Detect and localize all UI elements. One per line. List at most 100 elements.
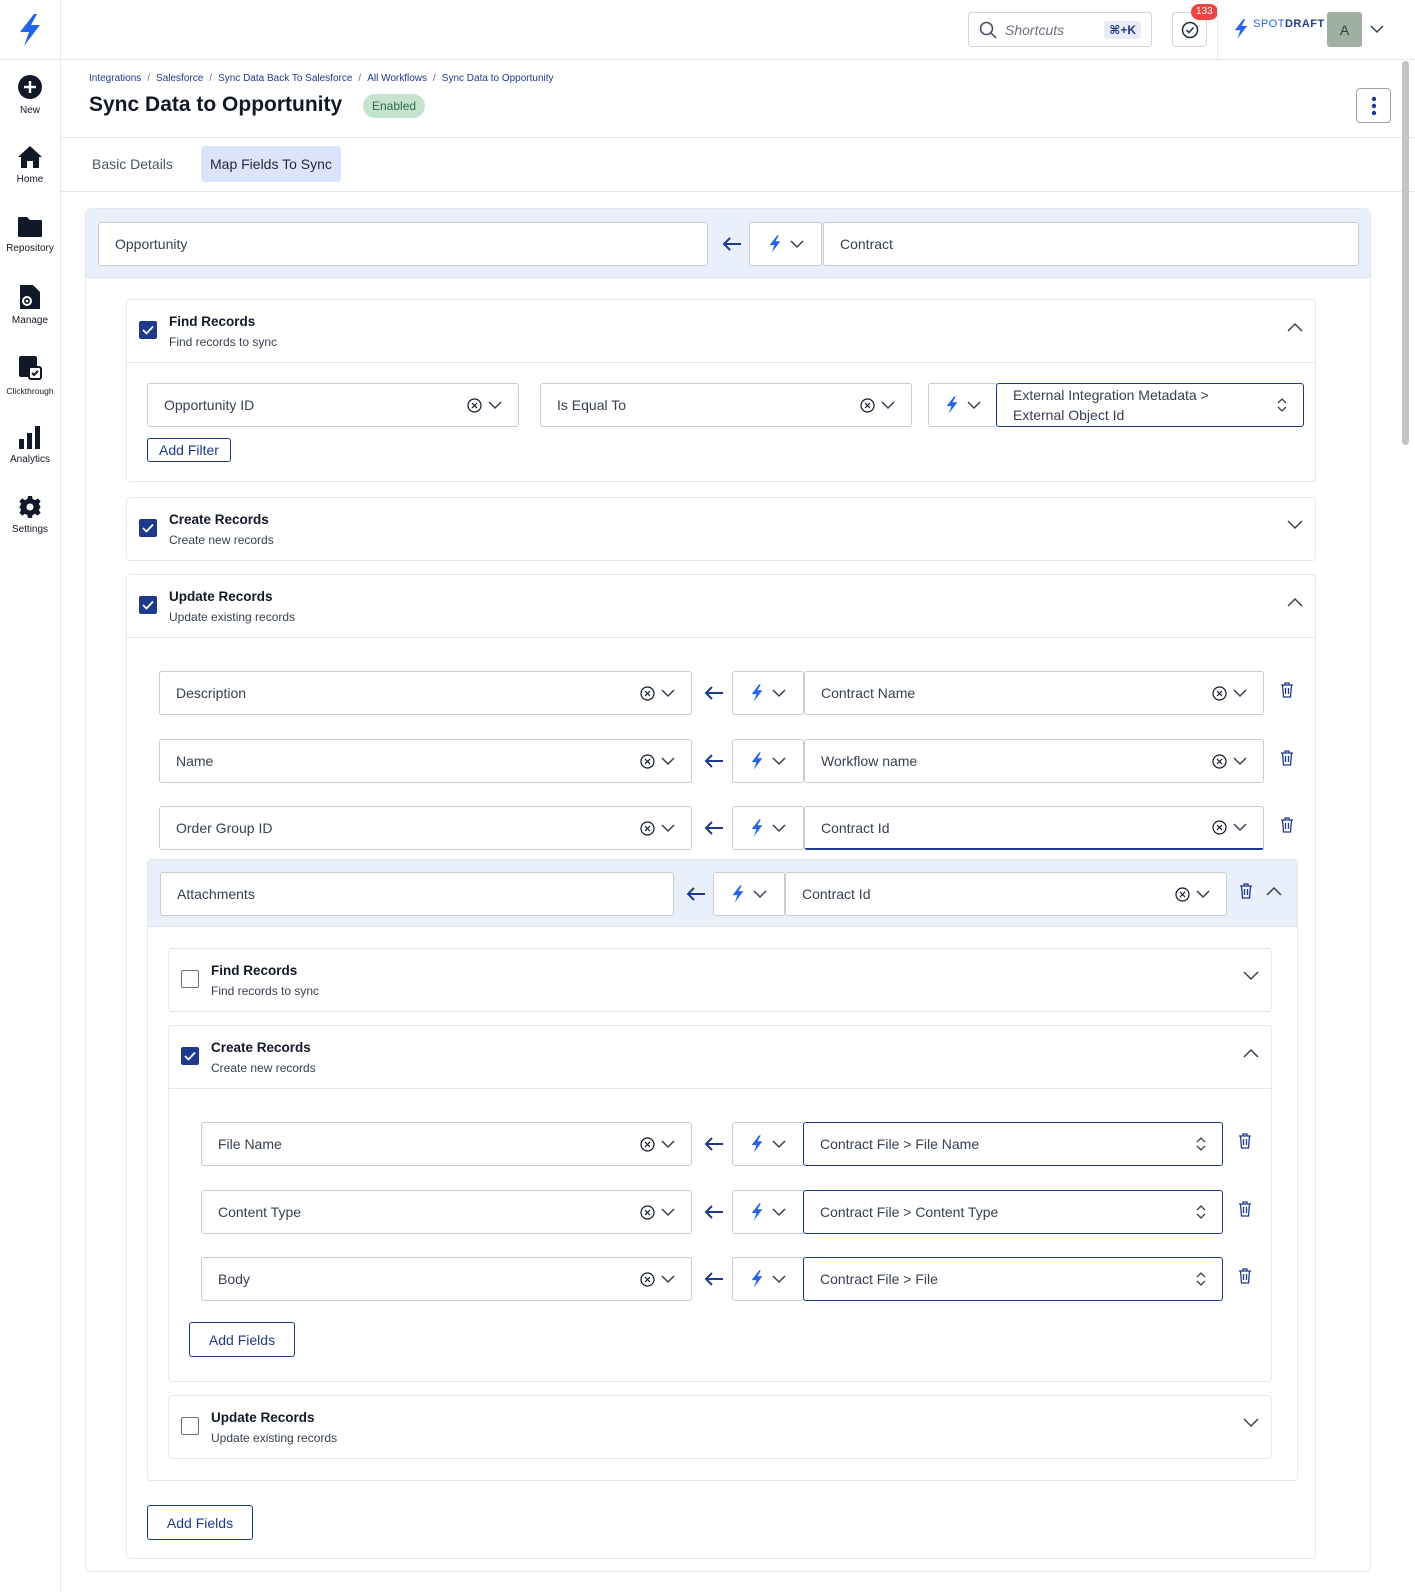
clear-icon[interactable] bbox=[467, 397, 482, 413]
nested-update-records-checkbox[interactable] bbox=[181, 1417, 199, 1435]
clear-icon[interactable] bbox=[1212, 753, 1227, 769]
breadcrumb-link[interactable]: Salesforce bbox=[156, 73, 203, 84]
chevron-down-icon[interactable] bbox=[488, 400, 502, 410]
chevron-down-icon[interactable] bbox=[661, 1274, 675, 1284]
sidebar-item-analytics[interactable]: Analytics bbox=[0, 410, 60, 480]
find-records-checkbox[interactable] bbox=[139, 321, 157, 339]
chevron-up-icon[interactable] bbox=[1266, 886, 1282, 896]
trash-icon[interactable] bbox=[1277, 815, 1297, 835]
chevron-down-icon[interactable] bbox=[1243, 1418, 1259, 1428]
source-type-dropdown[interactable] bbox=[732, 1190, 804, 1234]
updown-chevron-icon[interactable] bbox=[1196, 1204, 1206, 1220]
clear-icon[interactable] bbox=[1175, 886, 1190, 902]
source-field-select[interactable]: Contract Name bbox=[804, 671, 1264, 715]
sidebar-item-repository[interactable]: Repository bbox=[0, 200, 60, 270]
add-fields-button[interactable]: Add Fields bbox=[147, 1505, 253, 1540]
clear-icon[interactable] bbox=[640, 685, 655, 701]
create-records-checkbox[interactable] bbox=[139, 519, 157, 537]
chevron-down-icon[interactable] bbox=[1196, 889, 1210, 899]
clear-icon[interactable] bbox=[640, 820, 655, 836]
section-header[interactable]: Update Records Update existing records bbox=[127, 575, 1315, 638]
target-object-field[interactable]: Opportunity bbox=[98, 222, 708, 266]
source-field-select[interactable]: Workflow name bbox=[804, 739, 1264, 783]
value-type-dropdown[interactable] bbox=[928, 383, 998, 427]
chevron-down-icon[interactable] bbox=[1233, 756, 1247, 766]
tab-basic-details[interactable]: Basic Details bbox=[83, 146, 182, 182]
chevron-down-icon[interactable] bbox=[1233, 823, 1247, 832]
breadcrumb-link[interactable]: Integrations bbox=[89, 73, 141, 84]
clear-icon[interactable] bbox=[640, 1204, 655, 1220]
sidebar-item-manage[interactable]: Manage bbox=[0, 270, 60, 340]
updown-chevron-icon[interactable] bbox=[1277, 397, 1287, 413]
nested-find-records-checkbox[interactable] bbox=[181, 970, 199, 988]
source-field-select[interactable]: Contract File > Content Type bbox=[803, 1190, 1223, 1234]
chevron-down-icon[interactable] bbox=[1370, 24, 1384, 34]
chevron-down-icon[interactable] bbox=[881, 400, 895, 410]
clear-icon[interactable] bbox=[1212, 685, 1227, 701]
source-type-dropdown[interactable] bbox=[732, 739, 804, 783]
trash-icon[interactable] bbox=[1277, 748, 1297, 768]
scrollbar[interactable] bbox=[1402, 61, 1409, 445]
section-header[interactable]: Find Records Find records to sync bbox=[127, 300, 1315, 363]
filter-operator-select[interactable]: Is Equal To bbox=[540, 383, 912, 427]
shortcuts-search-button[interactable]: Shortcuts ⌘+K bbox=[968, 12, 1152, 47]
source-type-dropdown[interactable] bbox=[713, 872, 785, 916]
clear-icon[interactable] bbox=[640, 753, 655, 769]
sidebar-item-new[interactable]: New bbox=[0, 60, 60, 130]
nested-create-records-checkbox[interactable] bbox=[181, 1047, 199, 1065]
source-type-dropdown[interactable] bbox=[732, 1257, 804, 1301]
chevron-down-icon[interactable] bbox=[1287, 520, 1303, 530]
source-field-select[interactable]: Contract File > File Name bbox=[803, 1122, 1223, 1166]
more-options-button[interactable] bbox=[1356, 88, 1391, 123]
chevron-up-icon[interactable] bbox=[1243, 1048, 1259, 1058]
breadcrumb-link[interactable]: All Workflows bbox=[367, 73, 427, 84]
sidebar-item-clickthrough[interactable]: Clickthrough bbox=[0, 340, 60, 410]
trash-icon[interactable] bbox=[1235, 1199, 1255, 1219]
avatar[interactable]: A bbox=[1327, 12, 1362, 47]
source-field-select[interactable]: Contract File > File bbox=[803, 1257, 1223, 1301]
sidebar-item-home[interactable]: Home bbox=[0, 130, 60, 200]
section-header[interactable]: Create Records Create new records bbox=[127, 498, 1315, 561]
chevron-down-icon[interactable] bbox=[1233, 688, 1247, 698]
nested-target-field[interactable]: Attachments bbox=[160, 872, 674, 916]
target-field-select[interactable]: Body bbox=[201, 1257, 692, 1301]
target-field-select[interactable]: Name bbox=[159, 739, 692, 783]
source-type-dropdown[interactable] bbox=[732, 671, 804, 715]
chevron-down-icon[interactable] bbox=[1243, 971, 1259, 981]
chevron-up-icon[interactable] bbox=[1287, 597, 1303, 607]
trash-icon[interactable] bbox=[1277, 680, 1297, 700]
filter-field-select[interactable]: Opportunity ID bbox=[147, 383, 519, 427]
section-header[interactable]: Update Records Update existing records bbox=[169, 1396, 1271, 1459]
section-header[interactable]: Create Records Create new records bbox=[169, 1026, 1271, 1089]
clear-icon[interactable] bbox=[640, 1136, 655, 1152]
source-object-field[interactable]: Contract bbox=[823, 222, 1359, 266]
target-field-select[interactable]: Description bbox=[159, 671, 692, 715]
chevron-down-icon[interactable] bbox=[661, 823, 675, 833]
chevron-up-icon[interactable] bbox=[1287, 322, 1303, 332]
target-field-select[interactable]: Content Type bbox=[201, 1190, 692, 1234]
add-fields-button[interactable]: Add Fields bbox=[189, 1322, 295, 1357]
clear-icon[interactable] bbox=[640, 1271, 655, 1287]
tab-map-fields[interactable]: Map Fields To Sync bbox=[201, 146, 341, 182]
chevron-down-icon[interactable] bbox=[661, 1139, 675, 1149]
source-type-dropdown[interactable] bbox=[749, 222, 822, 266]
nested-source-field[interactable]: Contract Id bbox=[785, 872, 1227, 916]
clear-icon[interactable] bbox=[1212, 820, 1227, 835]
trash-icon[interactable] bbox=[1235, 1266, 1255, 1286]
trash-icon[interactable] bbox=[1236, 881, 1256, 901]
source-field-select[interactable]: Contract Id bbox=[804, 806, 1264, 850]
chevron-down-icon[interactable] bbox=[661, 756, 675, 766]
source-type-dropdown[interactable] bbox=[732, 1122, 804, 1166]
updown-chevron-icon[interactable] bbox=[1196, 1136, 1206, 1152]
source-type-dropdown[interactable] bbox=[732, 806, 804, 850]
update-records-checkbox[interactable] bbox=[139, 596, 157, 614]
chevron-down-icon[interactable] bbox=[661, 1207, 675, 1217]
sidebar-item-settings[interactable]: Settings bbox=[0, 480, 60, 550]
add-filter-button[interactable]: Add Filter bbox=[147, 438, 231, 462]
breadcrumb-link[interactable]: Sync Data Back To Salesforce bbox=[218, 73, 352, 84]
filter-value-select[interactable]: External Integration Metadata > External … bbox=[996, 383, 1304, 427]
app-logo[interactable] bbox=[0, 0, 60, 60]
chevron-down-icon[interactable] bbox=[661, 688, 675, 698]
trash-icon[interactable] bbox=[1235, 1131, 1255, 1151]
clear-icon[interactable] bbox=[860, 397, 875, 413]
